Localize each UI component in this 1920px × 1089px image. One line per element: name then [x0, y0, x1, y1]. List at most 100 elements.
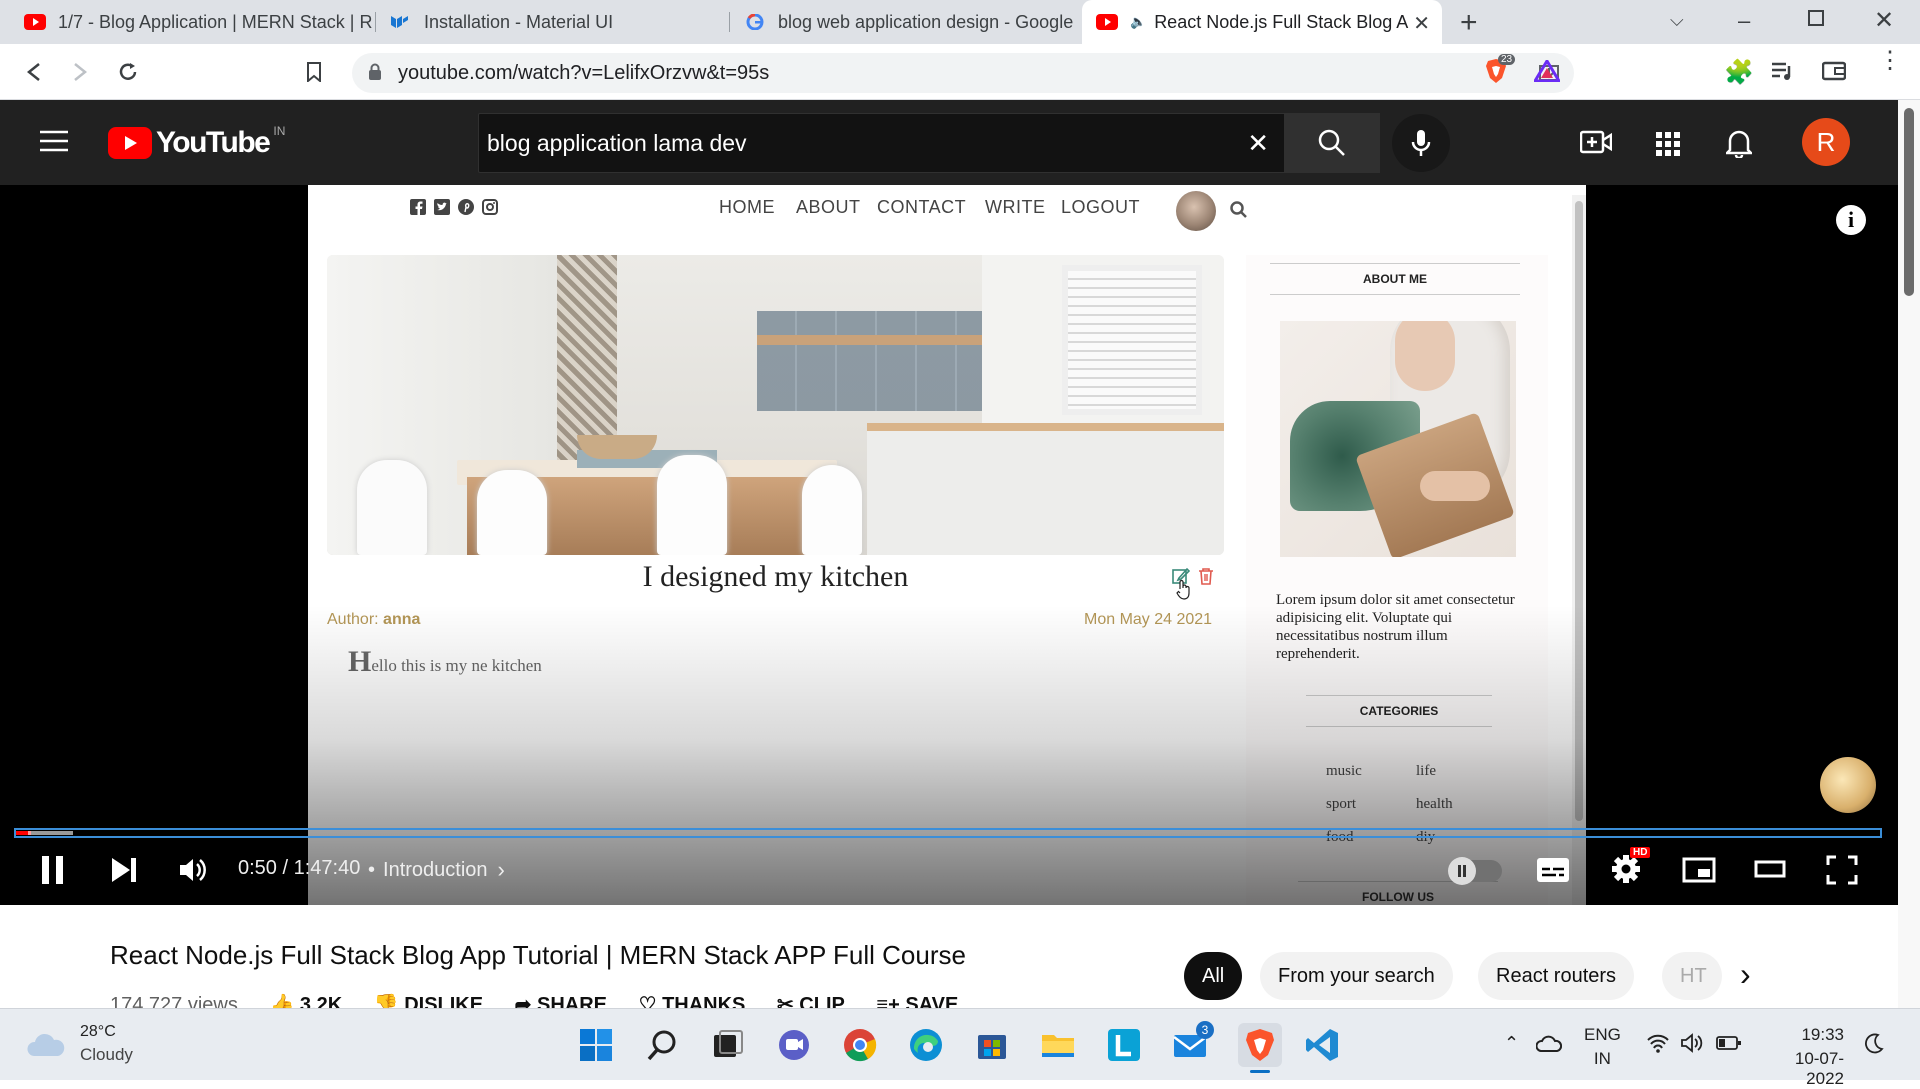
brave-rewards-icon[interactable]	[1532, 58, 1562, 87]
brave-browser-icon[interactable]	[1238, 1023, 1282, 1073]
blog-scrollbar-thumb	[1575, 201, 1583, 821]
category-item: life	[1416, 763, 1436, 779]
miniplayer-button[interactable]	[1682, 857, 1716, 888]
show-hidden-icons[interactable]: ⌃	[1504, 1033, 1519, 1054]
video-player[interactable]: HOME ABOUT CONTACT WRITE LOGOUT I design…	[0, 185, 1898, 905]
quiet-hours-icon[interactable]	[1864, 1033, 1884, 1060]
search-icon	[1318, 129, 1345, 156]
page-scrollbar[interactable]	[1898, 100, 1920, 1008]
chrome-icon[interactable]	[842, 1027, 878, 1063]
edge-icon[interactable]	[908, 1027, 944, 1063]
avatar[interactable]: R	[1802, 118, 1850, 166]
vscode-icon[interactable]	[1304, 1027, 1340, 1063]
chip-from-your-search[interactable]: From your search	[1260, 952, 1453, 1000]
author-name: anna	[383, 611, 421, 628]
battery-icon[interactable]	[1716, 1035, 1742, 1056]
chip-all[interactable]: All	[1184, 952, 1243, 1000]
close-tab-icon[interactable]: ✕	[1413, 11, 1430, 36]
follow-us-heading: FOLLOW US	[1298, 881, 1498, 905]
subtitles-button[interactable]	[1536, 857, 1570, 888]
search-icon[interactable]	[644, 1027, 680, 1063]
info-icon[interactable]: i	[1836, 205, 1866, 235]
save-button[interactable]: ≡+ SAVE	[876, 994, 958, 1008]
nav-home: HOME	[719, 197, 775, 217]
extensions-icon[interactable]: 🧩	[1724, 58, 1754, 87]
next-icon	[112, 858, 136, 882]
microsoft-store-icon[interactable]	[974, 1027, 1010, 1063]
youtube-logo[interactable]: YouTube IN	[108, 124, 285, 160]
theater-mode-button[interactable]	[1754, 859, 1786, 886]
browser-tab[interactable]: blog web application design - Google	[730, 0, 1082, 44]
clear-search-icon[interactable]: ✕	[1247, 128, 1269, 159]
settings-button[interactable]: HD	[1610, 847, 1651, 890]
mouse-cursor-icon	[1176, 579, 1192, 606]
microphone-icon	[1411, 130, 1431, 156]
dislike-button[interactable]: 👎 DISLIKE	[374, 994, 483, 1008]
like-button[interactable]: 👍 3.2K	[269, 994, 342, 1008]
audio-playing-icon[interactable]: 🔈	[1130, 14, 1146, 30]
page-scrollbar-thumb[interactable]	[1904, 108, 1914, 296]
chips-next-icon[interactable]: ›	[1740, 956, 1751, 993]
task-view-icon[interactable]	[710, 1027, 746, 1063]
post-date: Mon May 24 2021	[1084, 611, 1213, 628]
back-icon[interactable]	[18, 56, 50, 88]
seek-bar[interactable]	[14, 828, 1882, 838]
hamburger-menu-icon[interactable]	[40, 130, 68, 157]
tab-title: React Node.js Full Stack Blog A	[1154, 11, 1409, 32]
tab-search-icon[interactable]: ⌵	[1670, 10, 1684, 31]
search-button[interactable]	[1284, 113, 1380, 173]
notifications-bell-icon[interactable]	[1723, 128, 1755, 163]
teams-chat-icon[interactable]	[776, 1027, 812, 1063]
bookmark-icon[interactable]	[298, 56, 330, 88]
restore-icon[interactable]	[1808, 10, 1824, 26]
create-video-icon[interactable]	[1579, 130, 1613, 159]
minimize-icon[interactable]: –	[1738, 8, 1750, 34]
speaker-icon[interactable]	[1680, 1033, 1706, 1058]
autoplay-toggle[interactable]	[1448, 857, 1502, 885]
file-explorer-icon[interactable]	[1040, 1027, 1076, 1063]
chip-react-routers[interactable]: React routers	[1478, 952, 1635, 1000]
channel-watermark[interactable]	[1820, 757, 1876, 813]
clock-date: 10-07-2022	[1794, 1049, 1844, 1088]
search-icon	[1230, 201, 1248, 224]
lama-app-icon[interactable]	[1106, 1027, 1142, 1063]
search-input[interactable]: blog application lama dev ✕	[478, 113, 1286, 173]
language-indicator[interactable]: ENG IN	[1584, 1025, 1621, 1069]
onedrive-icon[interactable]	[1535, 1035, 1563, 1058]
browser-tab[interactable]: Installation - Material UI	[376, 0, 730, 44]
browser-tab[interactable]: 1/7 - Blog Application | MERN Stack | R	[10, 0, 376, 44]
clock[interactable]: 19:33 10-07-2022	[1764, 1025, 1844, 1089]
chapter-button[interactable]: • Introduction ›	[368, 857, 505, 883]
mail-icon[interactable]: 3	[1172, 1021, 1214, 1063]
brave-shields-icon[interactable]: 23	[1484, 54, 1516, 89]
omnibox[interactable]: youtube.com/watch?v=LelifxOrzvw&t=95s	[352, 53, 1574, 93]
forward-icon[interactable]	[64, 56, 96, 88]
clip-button[interactable]: ✂ CLIP	[777, 994, 845, 1008]
wifi-icon[interactable]	[1646, 1033, 1670, 1058]
voice-search-button[interactable]	[1392, 114, 1450, 172]
weather-widget[interactable]: 28°C Cloudy	[26, 1023, 133, 1065]
browser-tab-active[interactable]: 🔈 React Node.js Full Stack Blog A ✕	[1082, 0, 1442, 44]
playlist-icon[interactable]	[1770, 60, 1794, 87]
reload-icon[interactable]	[112, 56, 144, 88]
volume-button[interactable]	[178, 855, 208, 890]
lock-icon[interactable]	[368, 63, 382, 86]
wallet-icon[interactable]	[1821, 60, 1847, 87]
post-body-text: ello this is my ne kitchen	[371, 656, 542, 675]
share-button[interactable]: ➦ SHARE	[515, 994, 607, 1008]
category-item: sport	[1326, 796, 1356, 812]
new-tab-icon[interactable]: +	[1460, 6, 1478, 40]
close-window-icon[interactable]: ✕	[1874, 6, 1894, 35]
save-label: SAVE	[905, 994, 959, 1008]
next-button[interactable]	[110, 856, 138, 889]
windows-start-icon[interactable]	[578, 1027, 614, 1063]
fullscreen-icon	[1826, 855, 1858, 885]
search-query-text: blog application lama dev	[487, 130, 747, 156]
chip-ht[interactable]: HT	[1662, 952, 1722, 1000]
pause-button[interactable]	[40, 855, 66, 890]
menu-icon[interactable]: ⋮	[1878, 49, 1902, 73]
thanks-button[interactable]: ♡ THANKS	[639, 994, 746, 1008]
chapter-dot: •	[368, 858, 376, 881]
fullscreen-button[interactable]	[1826, 855, 1858, 890]
apps-grid-icon[interactable]	[1656, 132, 1680, 161]
